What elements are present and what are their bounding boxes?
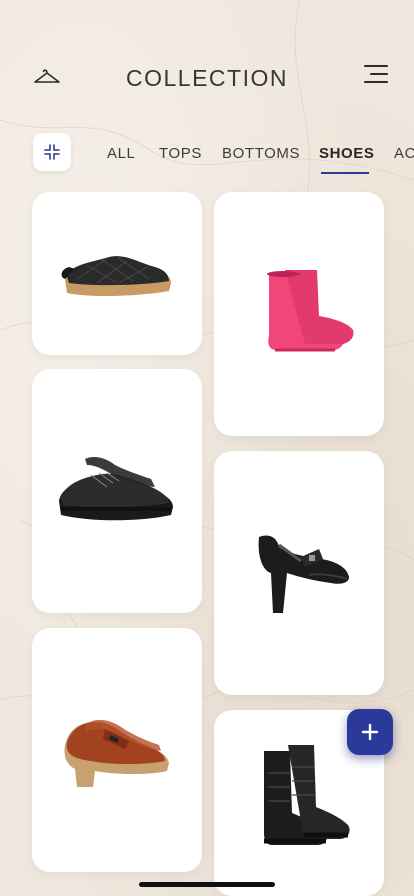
menu-button[interactable] bbox=[358, 63, 388, 87]
menu-icon-line bbox=[370, 73, 388, 75]
item-card[interactable] bbox=[214, 451, 384, 695]
tab-bottoms[interactable]: BOTTOMS bbox=[222, 145, 300, 162]
item-card[interactable] bbox=[214, 192, 384, 436]
tab-tops[interactable]: TOPS bbox=[159, 145, 202, 162]
menu-icon-line bbox=[364, 65, 388, 67]
menu-icon-line bbox=[364, 81, 388, 83]
item-card[interactable] bbox=[32, 192, 202, 355]
tab-shoes[interactable]: SHOES bbox=[319, 145, 375, 162]
tab-all[interactable]: ALL bbox=[107, 145, 136, 162]
tab-accessories[interactable]: AC bbox=[394, 145, 414, 162]
collapse-icon bbox=[44, 144, 60, 160]
shoe-image bbox=[267, 270, 354, 352]
category-tabs: ALL TOPS BOTTOMS SHOES AC bbox=[0, 133, 414, 177]
add-item-button[interactable] bbox=[347, 709, 393, 755]
plus-icon bbox=[361, 723, 379, 741]
shoe-image bbox=[63, 719, 169, 787]
home-indicator bbox=[139, 882, 275, 887]
shoe-image bbox=[61, 255, 171, 296]
collapse-button[interactable] bbox=[33, 133, 71, 171]
app-header: COLLECTION bbox=[0, 55, 414, 103]
shoe-image bbox=[58, 457, 173, 521]
shoe-image bbox=[258, 535, 349, 613]
item-card[interactable] bbox=[32, 369, 202, 613]
shoe-image bbox=[264, 745, 350, 845]
page-title: COLLECTION bbox=[126, 65, 288, 91]
item-card[interactable] bbox=[32, 628, 202, 872]
active-tab-indicator bbox=[321, 172, 369, 174]
